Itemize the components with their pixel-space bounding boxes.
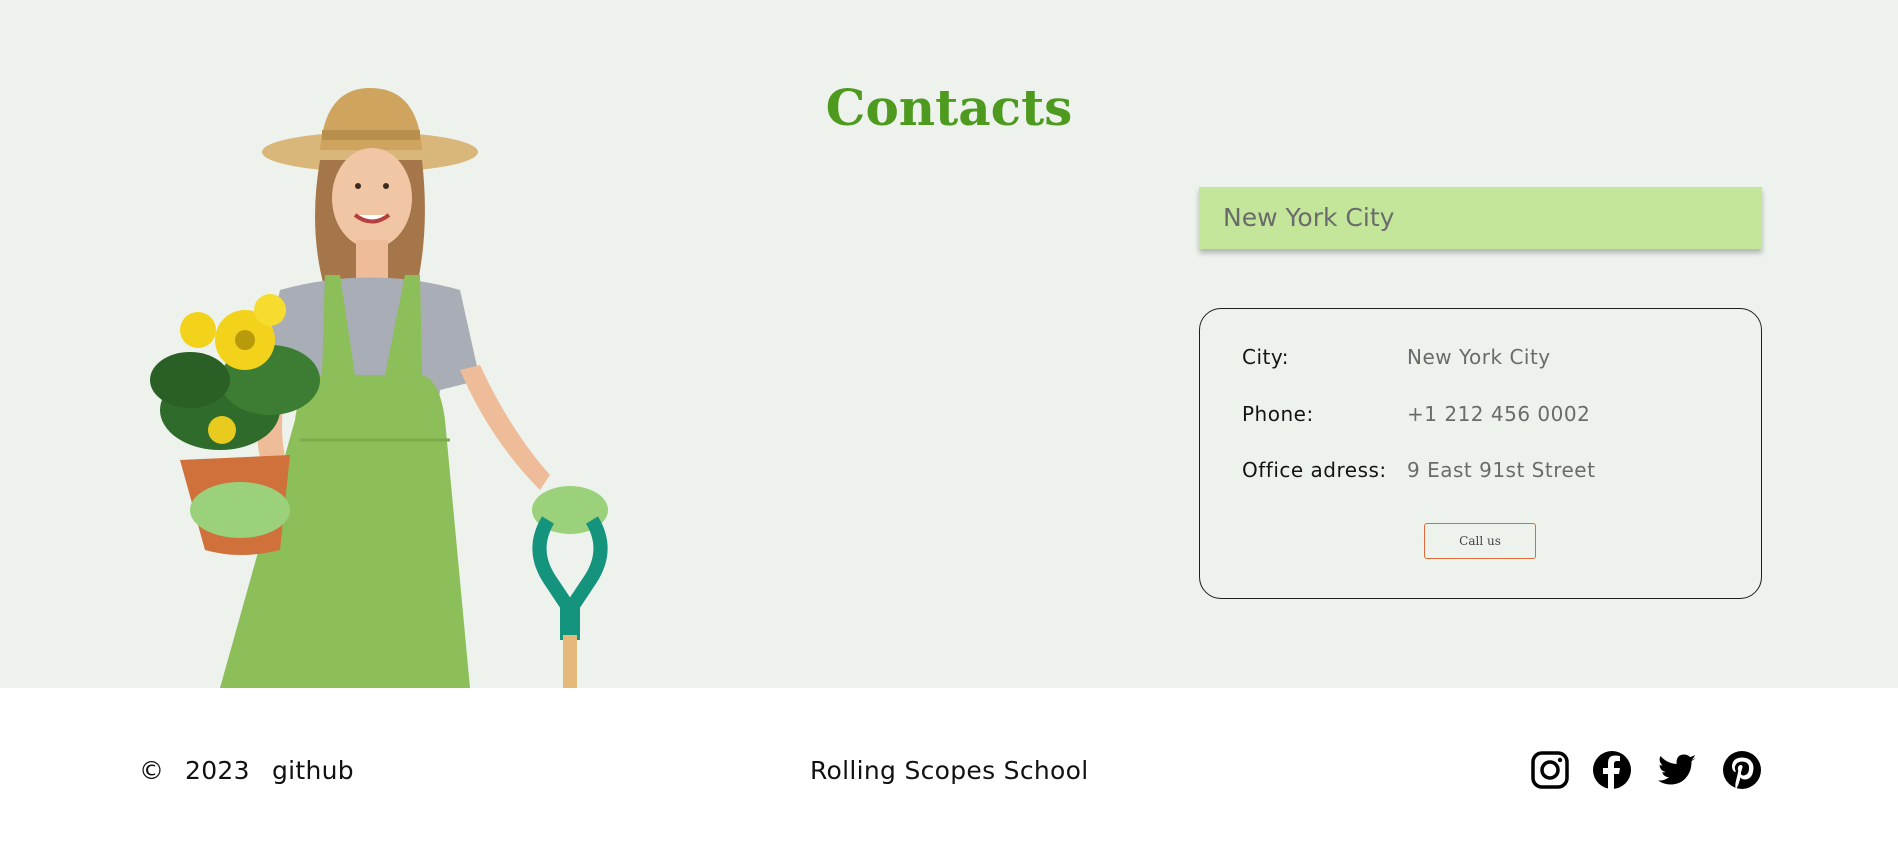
github-link[interactable]: github: [272, 756, 354, 785]
call-us-button[interactable]: Call us: [1424, 523, 1536, 559]
phone-label: Phone:: [1242, 402, 1314, 426]
city-label: City:: [1242, 345, 1289, 369]
footer-year: 2023: [185, 756, 250, 785]
contact-card: City: New York City Phone: +1 212 456 00…: [1199, 308, 1762, 599]
school-link[interactable]: Rolling Scopes School: [810, 756, 1088, 785]
copyright-icon: ©: [139, 756, 165, 785]
instagram-icon[interactable]: [1530, 750, 1570, 790]
page-title: Contacts: [825, 78, 1073, 137]
office-address-value: 9 East 91st Street: [1407, 458, 1596, 482]
gardener-image: [150, 88, 608, 688]
city-value: New York City: [1407, 345, 1551, 369]
office-address-label: Office adress:: [1242, 458, 1387, 482]
city-select[interactable]: New York City: [1199, 187, 1762, 249]
pinterest-icon[interactable]: [1722, 750, 1762, 790]
twitter-icon[interactable]: [1657, 750, 1697, 790]
phone-value: +1 212 456 0002: [1407, 402, 1591, 426]
contacts-section: Contacts New York City City: New York Ci…: [0, 0, 1898, 688]
facebook-icon[interactable]: [1592, 750, 1632, 790]
